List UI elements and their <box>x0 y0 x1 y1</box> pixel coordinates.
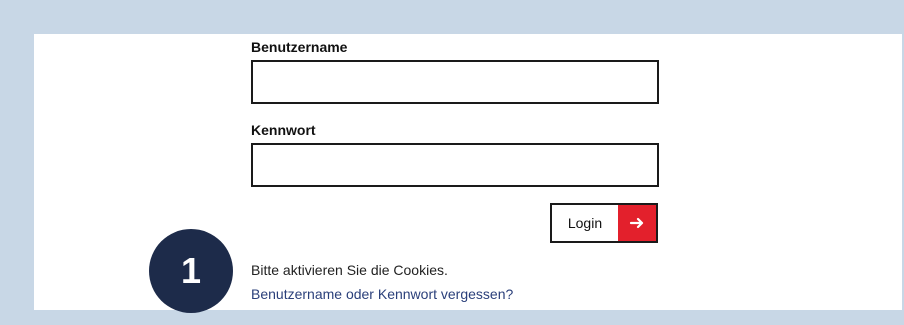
forgot-credentials-link[interactable]: Benutzername oder Kennwort vergessen? <box>251 286 513 302</box>
step-number-badge: 1 <box>149 229 233 313</box>
login-button[interactable]: Login <box>550 203 658 243</box>
password-field[interactable] <box>251 143 659 187</box>
arrow-right-icon <box>618 205 656 241</box>
password-label: Kennwort <box>251 122 316 138</box>
login-button-label: Login <box>567 215 603 231</box>
username-label: Benutzername <box>251 39 348 55</box>
cookie-notice: Bitte aktivieren Sie die Cookies. <box>251 262 448 278</box>
username-field[interactable] <box>251 60 659 104</box>
